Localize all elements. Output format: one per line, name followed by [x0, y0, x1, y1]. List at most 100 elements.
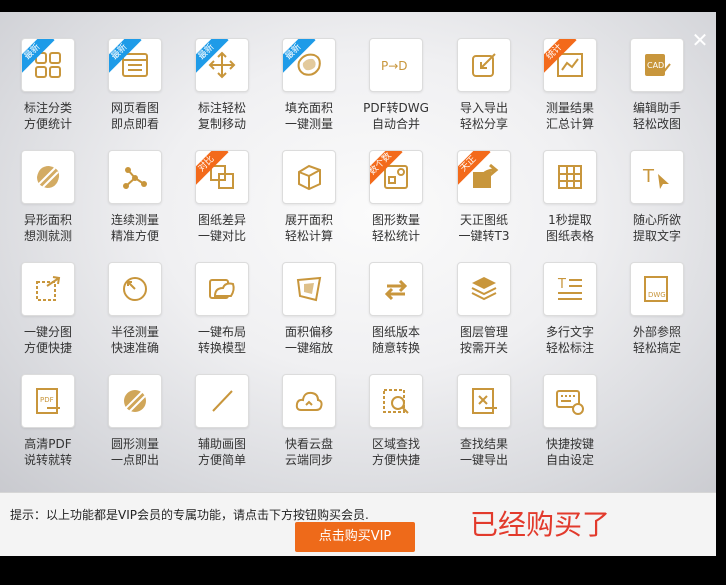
feature-label-line1: 图形数量	[371, 213, 420, 227]
vip-features-dialog: ✕ 最新 标注分类 方便统计 最新 网页看图 即点即看 最新 标注轻松 复制移动 最新 填充面积 一键…	[0, 12, 716, 492]
feature-label: PDF转DWG 自动合并	[356, 100, 436, 132]
feature-tile[interactable]	[543, 150, 597, 204]
feature-item[interactable]: T 随心所欲 提取文字	[617, 150, 697, 244]
feature-item[interactable]: 1秒提取 图纸表格	[530, 150, 610, 244]
feature-item[interactable]: PDF 高清PDF 说转就转	[8, 374, 88, 468]
feature-tile[interactable]	[369, 374, 423, 428]
feature-item[interactable]: 快捷按键 自由设定	[530, 374, 610, 468]
feature-tile[interactable]: CAD	[630, 38, 684, 92]
feature-label-line2: 一键对比	[197, 229, 246, 243]
feature-label-line2: 图纸表格	[545, 229, 594, 243]
feature-label: 测量结果 汇总计算	[530, 100, 610, 132]
version-convert-icon	[384, 279, 408, 301]
feature-item[interactable]: 最新 标注分类 方便统计	[8, 38, 88, 132]
feature-tile[interactable]	[282, 150, 336, 204]
feature-item[interactable]: DWG 外部参照 轻松搞定	[617, 262, 697, 356]
feature-tile[interactable]	[282, 374, 336, 428]
feature-tile[interactable]: T	[543, 262, 597, 316]
feature-label-line1: 查找结果	[459, 437, 508, 451]
buy-vip-button[interactable]: 点击购买VIP	[295, 522, 415, 552]
feature-item[interactable]: 导入导出 轻松分享	[444, 38, 524, 132]
feature-tile[interactable]	[457, 374, 511, 428]
area-search-icon	[383, 389, 409, 414]
feature-label: 一键布局 转换模型	[182, 324, 262, 356]
feature-item[interactable]: 面积偏移 一键缩放	[269, 262, 349, 356]
feature-item[interactable]: 统计测量结果 汇总计算	[530, 38, 610, 132]
feature-item[interactable]: 快看云盘 云端同步	[269, 374, 349, 468]
feature-tile[interactable]: 天正	[457, 150, 511, 204]
feature-item[interactable]: 异形面积 想测就测	[8, 150, 88, 244]
feature-item[interactable]: 圆形测量 一点即出	[95, 374, 175, 468]
feature-label-line1: 异形面积	[23, 213, 72, 227]
svg-text:T: T	[642, 166, 655, 187]
feature-item[interactable]: 数个数 图形数量 轻松统计	[356, 150, 436, 244]
feature-label-line2: 方便简单	[197, 453, 246, 467]
feature-item[interactable]: 区域查找 方便快捷	[356, 374, 436, 468]
feature-item[interactable]: 图层管理 按需开关	[444, 262, 524, 356]
feature-tile[interactable]: DWG	[630, 262, 684, 316]
feature-item[interactable]: 查找结果 一键导出	[444, 374, 524, 468]
feature-tile[interactable]: 最新	[21, 38, 75, 92]
feature-label-line1: 图层管理	[459, 325, 508, 339]
feature-label-line1: 一键分图	[23, 325, 72, 339]
feature-tile[interactable]	[21, 150, 75, 204]
feature-tile[interactable]: T	[630, 150, 684, 204]
feature-tile[interactable]	[282, 262, 336, 316]
feature-label-line2: 复制移动	[197, 117, 246, 131]
feature-item[interactable]: 辅助画图 方便简单	[182, 374, 262, 468]
feature-label-line2: 方便统计	[23, 117, 72, 131]
feature-label-line2: 轻松改图	[632, 117, 681, 131]
feature-label-line1: 快捷按键	[545, 437, 594, 451]
circle-measure-icon	[124, 390, 146, 412]
feature-label: 展开面积 轻松计算	[269, 212, 349, 244]
feature-tile[interactable]	[108, 374, 162, 428]
feature-label: 图纸差异 一键对比	[182, 212, 262, 244]
feature-label: 图层管理 按需开关	[444, 324, 524, 356]
feature-label-line2: 精准方便	[110, 229, 159, 243]
feature-label-line1: 导入导出	[459, 101, 508, 115]
feature-label-line1: 网页看图	[110, 101, 159, 115]
feature-item[interactable]: 最新 填充面积 一键测量	[269, 38, 349, 132]
feature-tile[interactable]	[108, 262, 162, 316]
feature-tile[interactable]	[457, 262, 511, 316]
feature-tile[interactable]: 统计	[543, 38, 597, 92]
feature-tile[interactable]	[457, 38, 511, 92]
layout-convert-icon	[209, 279, 235, 299]
feature-label-line1: 天正图纸	[459, 213, 508, 227]
feature-item[interactable]: 一键分图 方便快捷	[8, 262, 88, 356]
feature-item[interactable]: 天正 天正图纸 一键转T3	[444, 150, 524, 244]
feature-item[interactable]: 一键布局 转换模型	[182, 262, 262, 356]
table-extract-icon	[558, 165, 582, 189]
feature-item[interactable]: 连续测量 精准方便	[95, 150, 175, 244]
bottom-strip	[0, 556, 726, 585]
feature-item[interactable]: 半径测量 快速准确	[95, 262, 175, 356]
feature-label-line1: 图纸版本	[371, 325, 420, 339]
feature-tile[interactable]: 最新	[282, 38, 336, 92]
feature-tile[interactable]	[108, 150, 162, 204]
feature-label-line1: 标注轻松	[197, 101, 246, 115]
feature-label-line2: 轻松标注	[545, 341, 594, 355]
feature-tile[interactable]: P→D	[369, 38, 423, 92]
feature-tile[interactable]: 最新	[108, 38, 162, 92]
feature-tile[interactable]	[195, 374, 249, 428]
feature-item[interactable]: T 多行文字 轻松标注	[530, 262, 610, 356]
feature-tile[interactable]: 数个数	[369, 150, 423, 204]
search-export-icon	[472, 388, 497, 414]
feature-tile[interactable]	[195, 262, 249, 316]
feature-item[interactable]: 最新 网页看图 即点即看	[95, 38, 175, 132]
feature-tile[interactable]	[21, 262, 75, 316]
feature-item[interactable]: CAD 编辑助手 轻松改图	[617, 38, 697, 132]
feature-tile[interactable]: 对比	[195, 150, 249, 204]
feature-tile[interactable]: 最新	[195, 38, 249, 92]
feature-tile[interactable]: PDF	[21, 374, 75, 428]
feature-item[interactable]: 图纸版本 随意转换	[356, 262, 436, 356]
purchased-annotation: 已经购买了	[470, 508, 611, 541]
feature-tile[interactable]	[543, 374, 597, 428]
feature-label: 外部参照 轻松搞定	[617, 324, 697, 356]
feature-item[interactable]: 展开面积 轻松计算	[269, 150, 349, 244]
feature-item[interactable]: 最新标注轻松复制移动	[182, 38, 262, 132]
feature-item[interactable]: P→D PDF转DWG 自动合并	[356, 38, 436, 132]
feature-tile[interactable]	[369, 262, 423, 316]
svg-text:PDF: PDF	[40, 396, 54, 404]
feature-item[interactable]: 对比图纸差异 一键对比	[182, 150, 262, 244]
